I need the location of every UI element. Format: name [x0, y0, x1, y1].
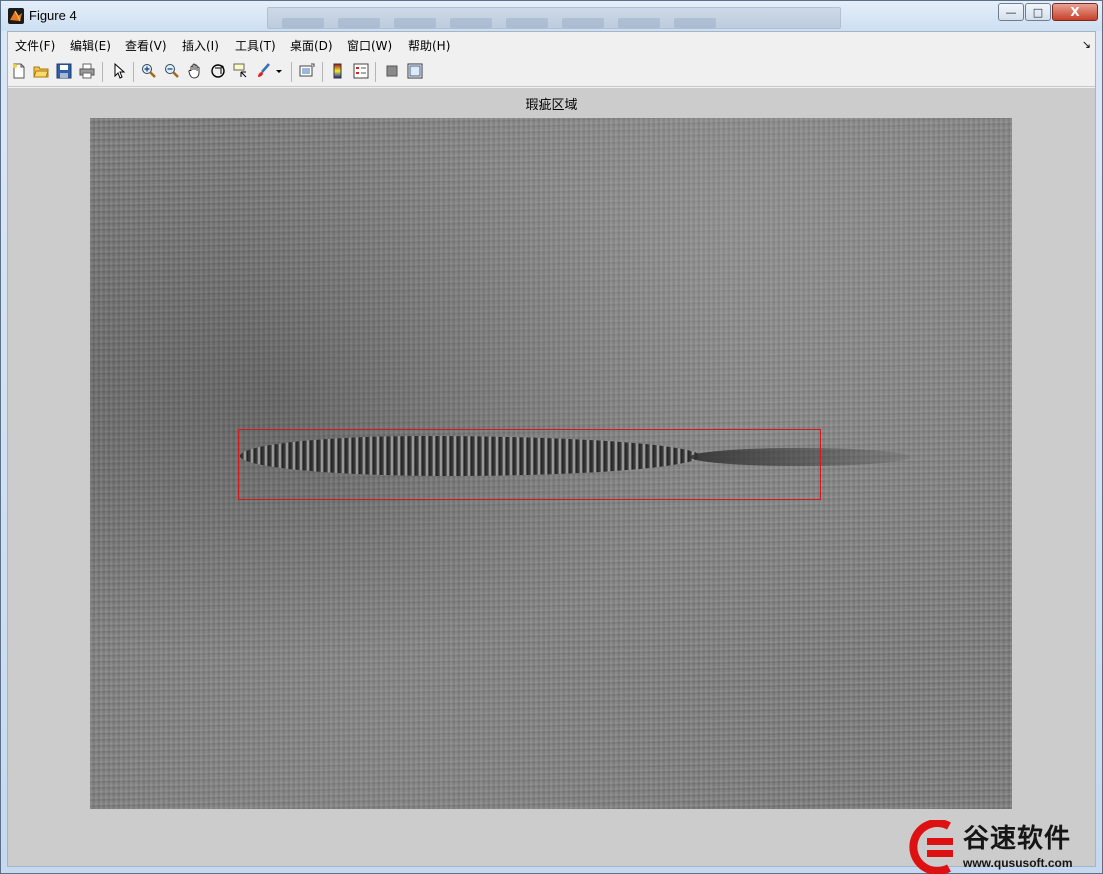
matlab-icon	[8, 8, 24, 24]
menu-view[interactable]: 查看(V)	[125, 37, 167, 54]
title-bar[interactable]: Figure 4 — □ X	[1, 1, 1102, 31]
watermark-logo-icon	[909, 820, 953, 874]
save-icon[interactable]	[55, 62, 73, 80]
maximize-button[interactable]: □	[1025, 3, 1051, 21]
fabric-image	[90, 118, 1012, 809]
close-button[interactable]: X	[1052, 3, 1098, 21]
window-title: Figure 4	[29, 8, 77, 23]
colorbar-icon[interactable]	[329, 62, 347, 80]
hide-plot-tools-icon[interactable]	[383, 62, 401, 80]
zoom-out-icon[interactable]	[163, 62, 181, 80]
menu-help[interactable]: 帮助(H)	[408, 37, 450, 54]
obscured-taskbar-strip	[267, 7, 841, 29]
axes-title: 瑕疵区域	[525, 98, 578, 113]
menu-edit[interactable]: 编辑(E)	[70, 37, 111, 54]
print-icon[interactable]	[78, 62, 96, 80]
menu-tools[interactable]: 工具(T)	[235, 37, 276, 54]
watermark-title: 谷速软件	[963, 824, 1072, 854]
pan-hand-icon[interactable]	[186, 62, 204, 80]
menu-desktop[interactable]: 桌面(D)	[290, 37, 333, 54]
open-file-icon[interactable]	[32, 62, 50, 80]
toolbar-separator	[291, 62, 292, 82]
menubar-overflow-icon[interactable]: ↘	[1082, 38, 1091, 51]
rotate-3d-icon[interactable]	[209, 62, 227, 80]
watermark: 谷速软件 www.qususoft.com	[905, 818, 1103, 874]
minimize-button[interactable]: —	[998, 3, 1024, 21]
brush-icon[interactable]	[255, 62, 273, 80]
menu-bar: 文件(F) 编辑(E) 查看(V) 插入(I) 工具(T) 桌面(D) 窗口(W…	[8, 32, 1095, 57]
edit-plot-arrow-icon[interactable]	[110, 62, 128, 80]
legend-icon[interactable]	[352, 62, 370, 80]
zoom-in-icon[interactable]	[140, 62, 158, 80]
toolbar-separator	[102, 62, 103, 82]
menu-window[interactable]: 窗口(W)	[347, 37, 392, 54]
watermark-url: www.qususoft.com	[963, 856, 1073, 870]
data-cursor-icon[interactable]	[232, 62, 250, 80]
figure-toolbar	[8, 58, 1095, 87]
defect-bounding-box	[238, 429, 821, 500]
menu-insert[interactable]: 插入(I)	[182, 37, 219, 54]
brush-dropdown-icon[interactable]	[274, 62, 284, 80]
figure-client-area: 文件(F) 编辑(E) 查看(V) 插入(I) 工具(T) 桌面(D) 窗口(W…	[7, 31, 1096, 867]
figure-window: Figure 4 — □ X 文件(F) 编辑(E) 查看(V) 插入(I) 工…	[0, 0, 1103, 874]
toolbar-separator	[375, 62, 376, 82]
new-figure-icon[interactable]	[10, 62, 28, 80]
menu-file[interactable]: 文件(F)	[15, 37, 55, 54]
toolbar-separator	[133, 62, 134, 82]
link-plot-icon[interactable]	[298, 62, 316, 80]
show-plot-tools-icon[interactable]	[406, 62, 424, 80]
toolbar-separator	[322, 62, 323, 82]
figure-canvas: 瑕疵区域	[8, 88, 1095, 866]
